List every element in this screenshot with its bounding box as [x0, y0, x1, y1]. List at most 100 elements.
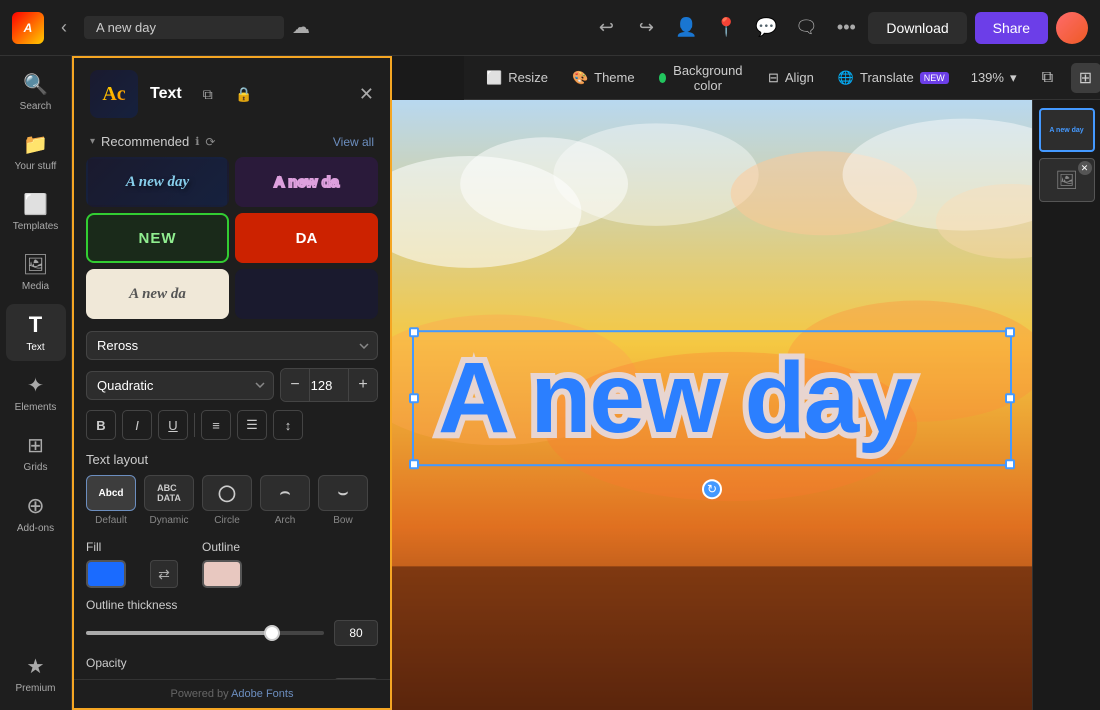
panel-title: Text	[150, 85, 182, 103]
canvas-text[interactable]: A new day	[438, 348, 986, 448]
fill-color-swatch[interactable]	[86, 560, 126, 588]
sidebar-item-grids[interactable]: ⊞ Grids	[6, 425, 66, 481]
bold-button[interactable]: B	[86, 410, 116, 440]
download-button[interactable]: Download	[868, 12, 966, 44]
font-size-input[interactable]	[309, 369, 349, 401]
cloud-icon[interactable]: ☁	[292, 17, 310, 38]
font-family-row: Reross	[86, 331, 378, 360]
refresh-icon[interactable]: ⟳	[205, 135, 215, 149]
location-icon[interactable]: 📍	[712, 14, 740, 42]
outline-thickness-value: 80	[334, 620, 378, 646]
resize-handle-ml[interactable]	[409, 393, 419, 403]
font-size-decrease-button[interactable]: −	[281, 369, 309, 401]
resize-handle-tl[interactable]	[409, 327, 419, 337]
zoom-control[interactable]: 139% ▾	[963, 66, 1025, 90]
preset-item-3[interactable]: NEW	[86, 213, 229, 263]
italic-button[interactable]: I	[122, 410, 152, 440]
sidebar-item-media[interactable]: 🖼 Media	[6, 244, 66, 300]
redo-icon[interactable]: ↪	[632, 14, 660, 42]
curve-select[interactable]: Quadratic	[86, 371, 274, 400]
font-size-increase-button[interactable]: +	[349, 369, 377, 401]
align-left-button[interactable]: ≡	[201, 410, 231, 440]
preset-item-4[interactable]: DA	[235, 213, 378, 263]
powered-by-text: Powered by	[171, 688, 229, 700]
chat-icon[interactable]: 🗨	[792, 14, 820, 42]
layout-circle-icon: ◯	[202, 475, 252, 511]
layout-default[interactable]: Abcd Default	[86, 475, 136, 526]
sidebar-item-text[interactable]: T Text	[6, 304, 66, 361]
media-icon: 🖼	[23, 252, 48, 277]
sidebar-item-premium[interactable]: ★ Premium	[6, 646, 66, 702]
line-height-button[interactable]: ↕	[273, 410, 303, 440]
layout-arch-icon: ⌢	[260, 475, 310, 511]
sidebar-item-yourstuff[interactable]: 📁 Your stuff	[6, 124, 66, 180]
grid-icon-button[interactable]: ⊞	[1071, 63, 1100, 93]
rotate-handle[interactable]: ↻	[702, 479, 722, 499]
comment-icon[interactable]: 💬	[752, 14, 780, 42]
sidebar-item-elements[interactable]: ✦ Elements	[6, 365, 66, 421]
share-button[interactable]: Share	[975, 12, 1048, 44]
resize-handle-bl[interactable]	[409, 459, 419, 469]
resize-icon: ⬜	[486, 70, 502, 86]
background-color-button[interactable]: Background color	[649, 58, 754, 98]
align-button[interactable]: ⊟ Align	[758, 65, 824, 91]
info-icon[interactable]: ℹ	[195, 135, 199, 148]
text-element[interactable]: A new day ↻	[412, 330, 1012, 466]
layout-arch[interactable]: ⌢ Arch	[260, 475, 310, 526]
sidebar-item-addons[interactable]: ⊕ Add-ons	[6, 485, 66, 542]
font-size-control: − +	[280, 368, 378, 402]
layout-circle[interactable]: ◯ Circle	[202, 475, 252, 526]
user-icon[interactable]: 👤	[672, 14, 700, 42]
preset-item-1[interactable]: A new day	[86, 157, 229, 207]
align-label: Align	[785, 70, 814, 85]
more-icon[interactable]: •••	[832, 14, 860, 42]
copy-icon-button[interactable]: ⧉	[194, 80, 222, 108]
layout-dynamic[interactable]: ABCDATA Dynamic	[144, 475, 194, 526]
panel-title-row: Ac Text ⧉ 🔒	[90, 70, 258, 118]
adobe-fonts-link[interactable]: Adobe Fonts	[231, 688, 293, 700]
preset-item-2[interactable]: A new da	[235, 157, 378, 207]
thumbnail-1-text: A new day	[1047, 125, 1085, 136]
swap-colors-button[interactable]: ⇄	[150, 560, 178, 588]
lock-icon-button[interactable]: 🔒	[230, 80, 258, 108]
pages-icon-button[interactable]: ⧉	[1033, 63, 1063, 93]
outline-thickness-slider[interactable]	[86, 631, 324, 635]
bg-color-dot	[659, 73, 666, 83]
avatar[interactable]	[1056, 12, 1088, 44]
list-button[interactable]: ☰	[237, 410, 267, 440]
secondary-toolbar: ⬜ Resize 🎨 Theme Background color ⊟ Alig…	[464, 56, 1100, 100]
opacity-section: Opacity 100%	[86, 656, 378, 679]
text-element-box: A new day ↻	[412, 330, 1012, 466]
thumbnail-2-close[interactable]: ✕	[1078, 161, 1092, 175]
canvas-area[interactable]: A new day ↻	[392, 100, 1032, 710]
search-icon: 🔍	[23, 72, 48, 97]
sidebar-item-label: Premium	[15, 683, 55, 694]
resize-handle-tr[interactable]	[1005, 327, 1015, 337]
preset-item-5[interactable]: A new da	[86, 269, 229, 319]
theme-button[interactable]: 🎨 Theme	[562, 65, 645, 91]
sidebar-item-search[interactable]: 🔍 Search	[6, 64, 66, 120]
font-family-select[interactable]: Reross	[86, 331, 378, 360]
thumbnail-1[interactable]: A new day	[1039, 108, 1095, 152]
app-logo[interactable]: A	[12, 12, 44, 44]
theme-icon: 🎨	[572, 70, 588, 86]
preset-item-6[interactable]	[235, 269, 378, 319]
resize-handle-br[interactable]	[1005, 459, 1015, 469]
underline-button[interactable]: U	[158, 410, 188, 440]
translate-icon: 🌐	[838, 70, 854, 86]
resize-handle-mr[interactable]	[1005, 393, 1015, 403]
layout-bow[interactable]: ⌣ Bow	[318, 475, 368, 526]
back-button[interactable]: ‹	[52, 16, 76, 40]
view-all-link[interactable]: View all	[333, 135, 374, 149]
sidebar-item-templates[interactable]: ⬜ Templates	[6, 184, 66, 240]
opacity-label: Opacity	[86, 656, 378, 670]
undo-icon[interactable]: ↩	[592, 14, 620, 42]
resize-button[interactable]: ⬜ Resize	[476, 65, 558, 91]
panel-close-button[interactable]: ✕	[359, 84, 374, 105]
sidebar: 🔍 Search 📁 Your stuff ⬜ Templates 🖼 Medi…	[0, 56, 72, 710]
chevron-down-icon[interactable]: ▾	[90, 136, 95, 147]
translate-button[interactable]: 🌐 Translate NEW	[828, 65, 959, 91]
thumbnail-2[interactable]: ✕ 🖼	[1039, 158, 1095, 202]
breadcrumb[interactable]: A new day	[84, 16, 284, 39]
outline-color-swatch[interactable]	[202, 560, 242, 588]
